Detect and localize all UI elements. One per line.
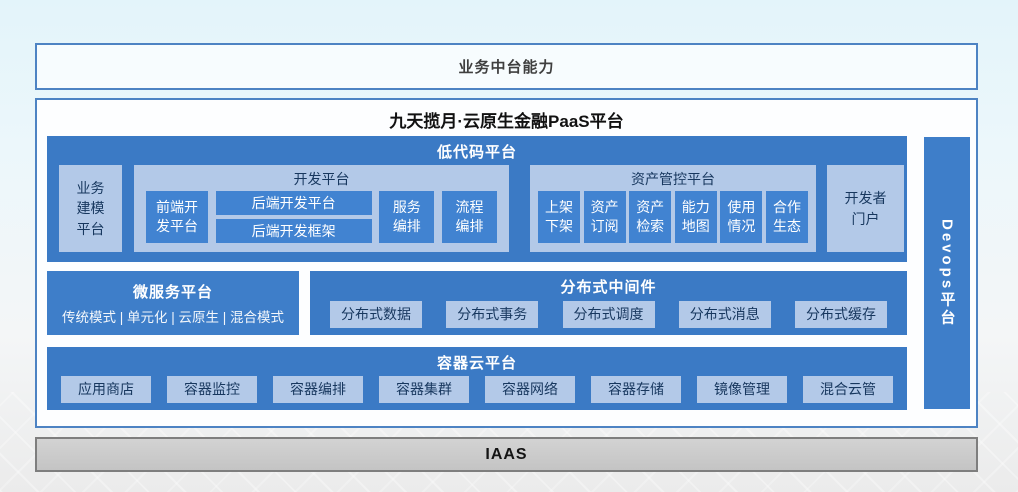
asset-control-items: 上架 下架 资产 订阅 资产 检索 能力 地图 使用 情况 合作 生态 <box>530 191 816 243</box>
microservice-section: 微服务平台 传统模式 | 单元化 | 云原生 | 混合模式 <box>47 271 299 335</box>
asset-control-title: 资产管控平台 <box>530 165 816 189</box>
developer-portal-box: 开发者 门户 <box>827 165 904 252</box>
business-midplatform-label: 业务中台能力 <box>458 56 554 77</box>
container-item-orchestration: 容器编排 <box>273 376 363 403</box>
container-item-image-mgmt: 镜像管理 <box>697 376 787 403</box>
middleware-items: 分布式数据 分布式事务 分布式调度 分布式消息 分布式缓存 <box>310 301 907 328</box>
middleware-item-scheduling: 分布式调度 <box>563 301 655 328</box>
middleware-item-transaction: 分布式事务 <box>446 301 538 328</box>
container-item-storage: 容器存储 <box>591 376 681 403</box>
container-item-cluster: 容器集群 <box>379 376 469 403</box>
container-item-network: 容器网络 <box>485 376 575 403</box>
service-orchestration-chip: 服务 编排 <box>379 191 434 243</box>
devops-bar: Devops平台 <box>924 137 970 409</box>
asset-item-usage: 使用 情况 <box>720 191 762 243</box>
container-item-hybrid-cloud: 混合云管 <box>803 376 893 403</box>
lowcode-section: 低代码平台 业务 建模 平台 开发平台 前端开 发平台 后端开发平台 后端开发框… <box>47 136 907 262</box>
dev-platform-panel: 开发平台 前端开 发平台 后端开发平台 后端开发框架 服务 编排 流程 编排 <box>134 165 509 252</box>
lowcode-title: 低代码平台 <box>47 136 907 162</box>
asset-item-capability-map: 能力 地图 <box>675 191 717 243</box>
devops-label: Devops平台 <box>937 219 958 327</box>
container-cloud-title: 容器云平台 <box>47 347 907 373</box>
business-midplatform-box: 业务中台能力 <box>35 43 978 90</box>
middleware-item-cache: 分布式缓存 <box>795 301 887 328</box>
dev-platform-items: 前端开 发平台 后端开发平台 后端开发框架 服务 编排 流程 编排 <box>134 191 509 243</box>
asset-item-search: 资产 检索 <box>629 191 671 243</box>
backend-dev-framework-chip: 后端开发框架 <box>216 219 372 243</box>
iaas-bar: IAAS <box>35 437 978 472</box>
middleware-item-message: 分布式消息 <box>679 301 771 328</box>
paas-platform-title: 九天揽月·云原生金融PaaS平台 <box>37 107 976 132</box>
container-cloud-items: 应用商店 容器监控 容器编排 容器集群 容器网络 容器存储 镜像管理 混合云管 <box>47 376 907 403</box>
microservice-modes: 传统模式 | 单元化 | 云原生 | 混合模式 <box>62 306 284 326</box>
asset-item-onoff-shelf: 上架 下架 <box>538 191 580 243</box>
business-modeling-box: 业务 建模 平台 <box>59 165 122 252</box>
container-item-app-store: 应用商店 <box>61 376 151 403</box>
paas-platform-box: 九天揽月·云原生金融PaaS平台 低代码平台 业务 建模 平台 开发平台 前端开… <box>35 98 978 428</box>
backend-dev-platform-chip: 后端开发平台 <box>216 191 372 215</box>
asset-control-panel: 资产管控平台 上架 下架 资产 订阅 资产 检索 能力 地图 使用 情况 合作 … <box>530 165 816 252</box>
container-item-monitoring: 容器监控 <box>167 376 257 403</box>
middleware-item-data: 分布式数据 <box>330 301 422 328</box>
frontend-dev-chip: 前端开 发平台 <box>146 191 208 243</box>
dev-platform-title: 开发平台 <box>134 165 509 189</box>
iaas-label: IAAS <box>485 446 527 464</box>
microservice-title: 微服务平台 <box>133 281 213 302</box>
asset-item-ecosystem: 合作 生态 <box>766 191 808 243</box>
diagram-canvas: 业务中台能力 九天揽月·云原生金融PaaS平台 低代码平台 业务 建模 平台 开… <box>0 0 1018 492</box>
container-cloud-section: 容器云平台 应用商店 容器监控 容器编排 容器集群 容器网络 容器存储 镜像管理… <box>47 347 907 410</box>
middleware-section: 分布式中间件 分布式数据 分布式事务 分布式调度 分布式消息 分布式缓存 <box>310 271 907 335</box>
middleware-title: 分布式中间件 <box>310 271 907 297</box>
asset-item-subscription: 资产 订阅 <box>584 191 626 243</box>
process-orchestration-chip: 流程 编排 <box>442 191 497 243</box>
backend-stack: 后端开发平台 后端开发框架 <box>216 191 372 243</box>
